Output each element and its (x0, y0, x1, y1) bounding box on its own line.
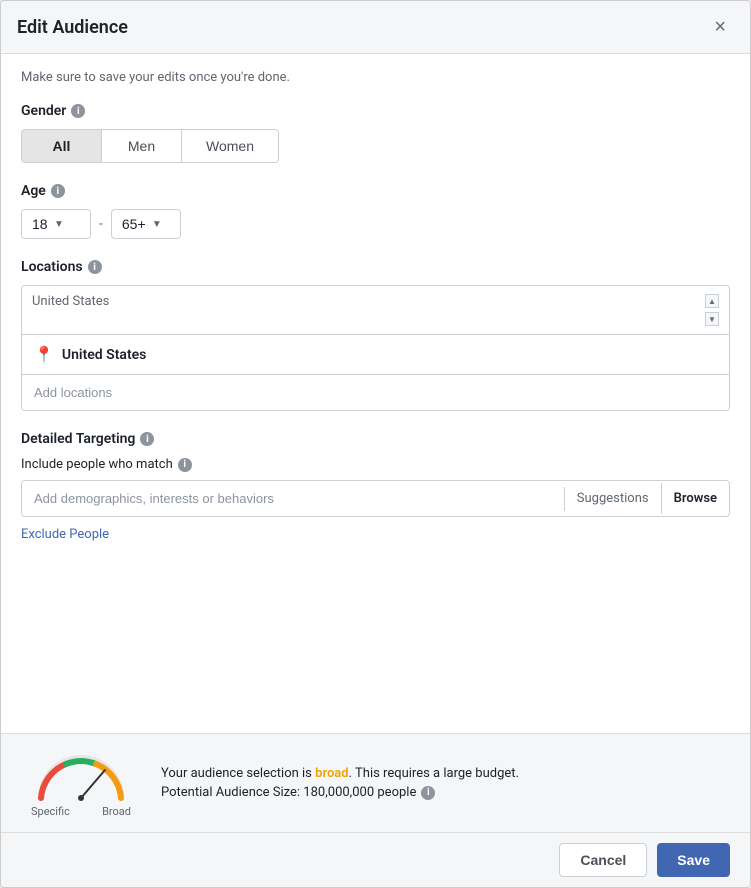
scroll-up-button[interactable]: ▲ (705, 294, 719, 308)
browse-button[interactable]: Browse (661, 483, 729, 514)
audience-size-text: Potential Audience Size: 180,000,000 peo… (161, 785, 416, 800)
locations-box: United States ▲ ▼ 📍 United States (21, 285, 730, 411)
age-min-arrow: ▼ (54, 219, 64, 230)
exclude-people-link[interactable]: Exclude People (21, 527, 109, 542)
locations-section-label: Locations i (21, 259, 730, 275)
notice-text: Make sure to save your edits once you're… (21, 70, 730, 85)
gender-men-button[interactable]: Men (102, 130, 182, 162)
modal-header: Edit Audience × (1, 1, 750, 54)
targeting-input[interactable] (22, 481, 564, 516)
locations-info-icon[interactable]: i (88, 260, 102, 274)
cancel-button[interactable]: Cancel (559, 843, 647, 877)
save-button[interactable]: Save (657, 843, 730, 877)
gauge-labels: Specific Broad (31, 805, 131, 818)
gender-section-label: Gender i (21, 103, 730, 119)
targeting-input-box: Suggestions Browse (21, 480, 730, 517)
age-section: Age i 18192021 25303540 ▼ - 65+182434 44… (21, 183, 730, 239)
gender-label-text: Gender (21, 103, 66, 119)
status-text: Your audience selection is (161, 766, 312, 781)
locations-header: United States ▲ ▼ (22, 286, 729, 335)
age-min-select[interactable]: 18192021 25303540 ▼ (21, 209, 91, 239)
age-label-text: Age (21, 183, 46, 199)
gender-info-icon[interactable]: i (71, 104, 85, 118)
audience-size: Potential Audience Size: 180,000,000 peo… (161, 785, 730, 800)
audience-meter-row: Specific Broad Your audience selection i… (1, 734, 750, 833)
targeting-section: Detailed Targeting i Include people who … (21, 431, 730, 542)
age-info-icon[interactable]: i (51, 184, 65, 198)
age-max-arrow: ▼ (152, 219, 162, 230)
gender-button-group: All Men Women (21, 129, 279, 163)
audience-info: Your audience selection is broad. This r… (161, 766, 730, 800)
audience-gauge: Specific Broad (21, 748, 141, 818)
include-label: Include people who match i (21, 457, 730, 472)
modal-body: Make sure to save your edits once you're… (1, 54, 750, 733)
locations-header-text: United States (32, 294, 109, 309)
gender-women-button[interactable]: Women (182, 130, 278, 162)
targeting-info-icon[interactable]: i (140, 432, 154, 446)
location-item: 📍 United States (22, 335, 729, 374)
include-info-icon[interactable]: i (178, 458, 192, 472)
age-section-label: Age i (21, 183, 730, 199)
age-min-dropdown[interactable]: 18192021 25303540 (32, 216, 48, 232)
add-locations-input[interactable] (22, 374, 729, 410)
age-separator: - (99, 216, 103, 232)
include-label-text: Include people who match (21, 457, 173, 472)
status-suffix: . This requires a large budget. (349, 766, 519, 781)
locations-section: Locations i United States ▲ ▼ 📍 United S… (21, 259, 730, 411)
age-max-select[interactable]: 65+182434 445464 ▼ (111, 209, 181, 239)
gauge-svg (31, 748, 131, 803)
location-pin-icon: 📍 (34, 345, 54, 364)
footer-buttons: Cancel Save (1, 833, 750, 887)
modal-title: Edit Audience (17, 17, 128, 38)
close-button[interactable]: × (706, 13, 734, 41)
specific-label: Specific (31, 805, 70, 818)
age-controls: 18192021 25303540 ▼ - 65+182434 445464 ▼ (21, 209, 730, 239)
age-max-dropdown[interactable]: 65+182434 445464 (122, 216, 146, 232)
suggestions-button[interactable]: Suggestions (565, 483, 661, 514)
locations-label-text: Locations (21, 259, 83, 275)
locations-scrollbar: ▲ ▼ (705, 294, 719, 326)
broad-keyword: broad (315, 766, 348, 781)
audience-size-info-icon[interactable]: i (421, 786, 435, 800)
modal-container: Edit Audience × Make sure to save your e… (0, 0, 751, 888)
audience-status: Your audience selection is broad. This r… (161, 766, 730, 781)
targeting-label-text: Detailed Targeting (21, 431, 135, 447)
location-name: United States (62, 347, 146, 363)
targeting-section-label: Detailed Targeting i (21, 431, 730, 447)
broad-label: Broad (102, 805, 131, 818)
gender-all-button[interactable]: All (22, 130, 102, 162)
modal-footer: Specific Broad Your audience selection i… (1, 733, 750, 887)
scroll-down-button[interactable]: ▼ (705, 312, 719, 326)
